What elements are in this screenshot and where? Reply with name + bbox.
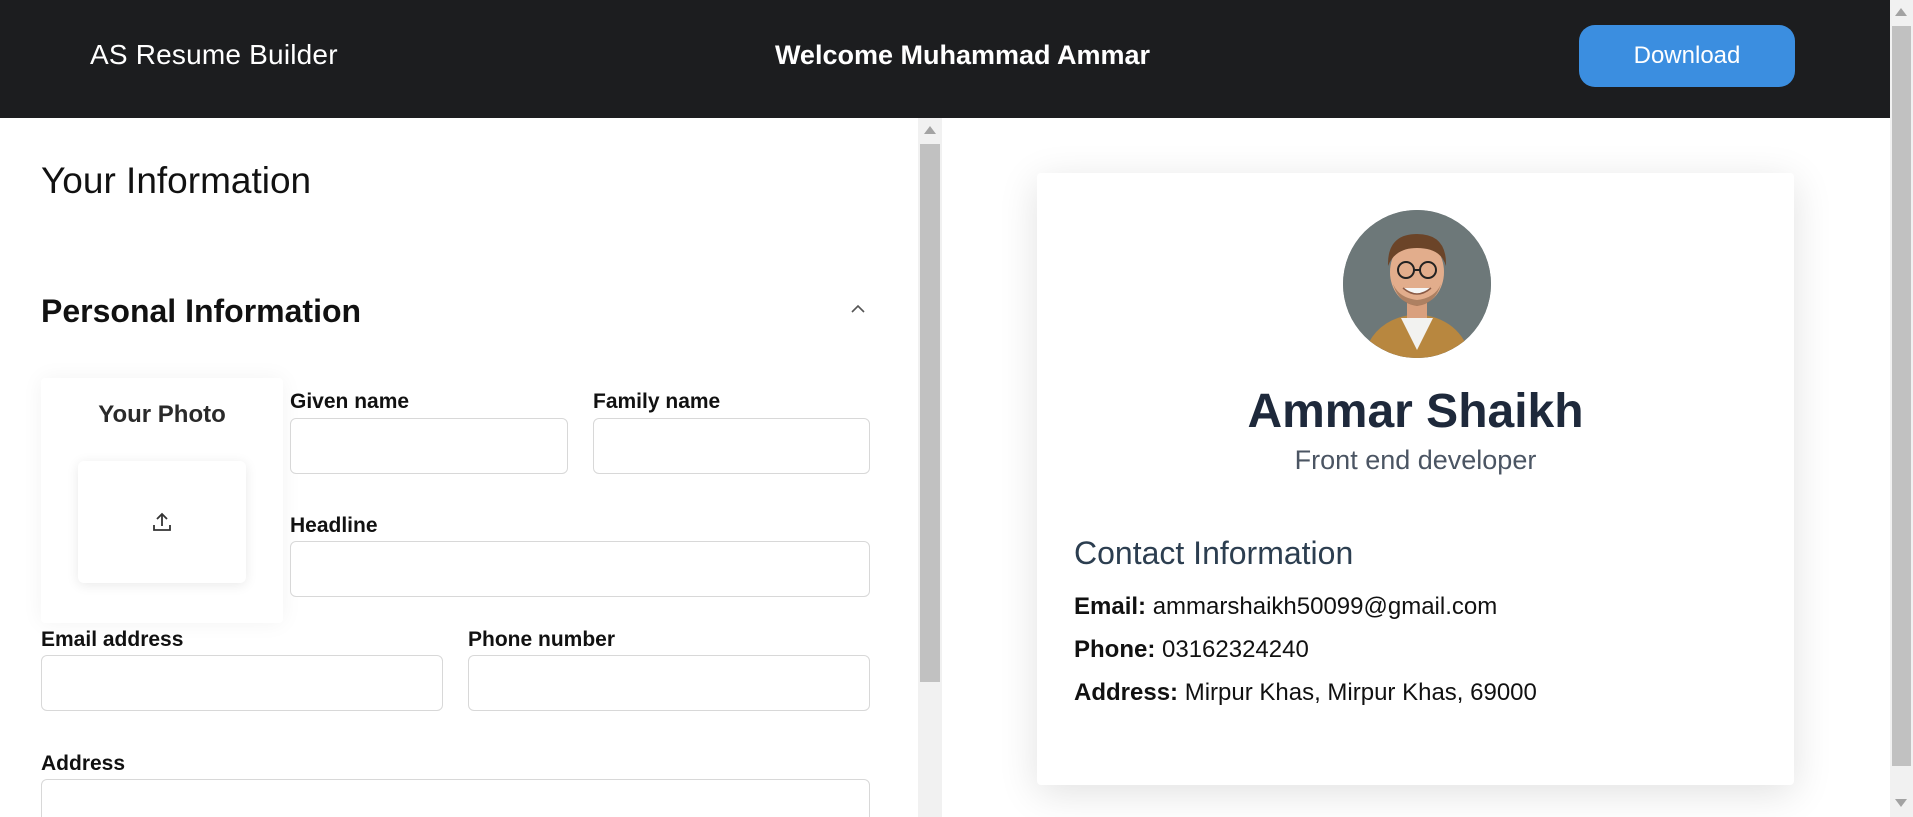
avatar: [1343, 210, 1491, 358]
contact-address-label: Address:: [1074, 679, 1179, 706]
upload-icon: [153, 512, 171, 531]
contact-email-label: Email:: [1074, 593, 1147, 620]
page-scrollbar-thumb[interactable]: [1892, 26, 1911, 766]
resume-headline: Front end developer: [1294, 445, 1537, 475]
contact-email-value: ammarshaikh50099@gmail.com: [1152, 593, 1498, 620]
scroll-up-arrow[interactable]: [924, 126, 936, 134]
photo-upload-button[interactable]: [78, 461, 246, 583]
family-name-label: Family name: [593, 390, 721, 413]
address-input[interactable]: [41, 779, 870, 817]
resume-card: Ammar Shaikh Front end developer Contact…: [1037, 173, 1794, 785]
contact-phone-value: 03162324240: [1162, 636, 1309, 663]
phone-label: Phone number: [468, 628, 616, 651]
resume-preview-panel: Ammar Shaikh Front end developer Contact…: [942, 118, 1890, 817]
form-panel: Your Information Personal Information Yo…: [0, 118, 918, 817]
email-label: Email address: [41, 628, 184, 651]
address-label: Address: [41, 752, 126, 775]
headline-label: Headline: [290, 514, 378, 537]
phone-input[interactable]: [468, 655, 870, 711]
download-button[interactable]: Download: [1579, 25, 1795, 87]
contact-email: Email: ammarshaikh50099@gmail.com: [1074, 593, 1497, 621]
family-name-input[interactable]: [593, 418, 870, 474]
given-name-input[interactable]: [290, 418, 568, 474]
contact-address-value: Mirpur Khas, Mirpur Khas, 69000: [1184, 679, 1537, 706]
app-header: AS Resume Builder Welcome Muhammad Ammar…: [0, 0, 1890, 118]
headline-input[interactable]: [290, 541, 870, 597]
photo-label: Your Photo: [98, 401, 226, 428]
page-scroll-up-arrow[interactable]: [1895, 8, 1907, 16]
avatar-portrait: [1343, 210, 1491, 358]
chevron-up-icon[interactable]: [849, 300, 867, 318]
resume-name: Ammar Shaikh: [1247, 385, 1584, 438]
contact-address: Address: Mirpur Khas, Mirpur Khas, 69000: [1074, 679, 1537, 707]
page-scroll-down-arrow[interactable]: [1895, 799, 1907, 807]
section-title-personal[interactable]: Personal Information: [41, 293, 361, 330]
email-input[interactable]: [41, 655, 443, 711]
page-scrollbar[interactable]: [1890, 0, 1913, 817]
given-name-label: Given name: [290, 390, 410, 413]
scrollbar-thumb[interactable]: [920, 144, 940, 682]
contact-phone: Phone: 03162324240: [1074, 636, 1309, 664]
photo-section: Your Photo: [41, 378, 283, 623]
contact-section-title: Contact Information: [1074, 535, 1354, 571]
page-title: Your Information: [41, 160, 312, 201]
contact-phone-label: Phone:: [1074, 636, 1156, 663]
form-scrollbar[interactable]: [918, 118, 942, 817]
